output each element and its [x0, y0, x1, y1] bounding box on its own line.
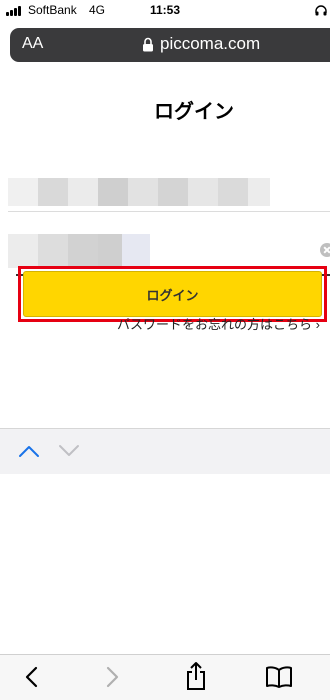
clock: 11:53: [149, 3, 181, 17]
chevron-down-icon[interactable]: [58, 443, 80, 459]
clear-input-icon[interactable]: [320, 243, 330, 257]
text-size-button[interactable]: AA: [22, 35, 43, 53]
status-bar: SoftBank 4G 11:53: [0, 0, 330, 22]
url-text[interactable]: piccoma.com: [160, 34, 260, 54]
forgot-password-link[interactable]: パスワードをお忘れの方はこちら ›: [117, 314, 320, 333]
back-arrow-icon[interactable]: [22, 665, 40, 689]
forward-arrow-icon[interactable]: [104, 665, 122, 689]
browser-toolbar: [0, 654, 330, 700]
user-id-field[interactable]: [8, 170, 330, 212]
address-bar[interactable]: AA piccoma.com: [10, 28, 330, 62]
lock-icon: [143, 37, 153, 52]
login-button[interactable]: ログイン: [23, 271, 322, 317]
page-title: ログイン: [154, 101, 234, 123]
book-icon[interactable]: [265, 665, 293, 689]
headphone-icon: [315, 5, 327, 16]
chevron-up-icon[interactable]: [18, 443, 40, 459]
share-icon[interactable]: [184, 661, 208, 691]
form-accessory-bar: [0, 428, 330, 474]
